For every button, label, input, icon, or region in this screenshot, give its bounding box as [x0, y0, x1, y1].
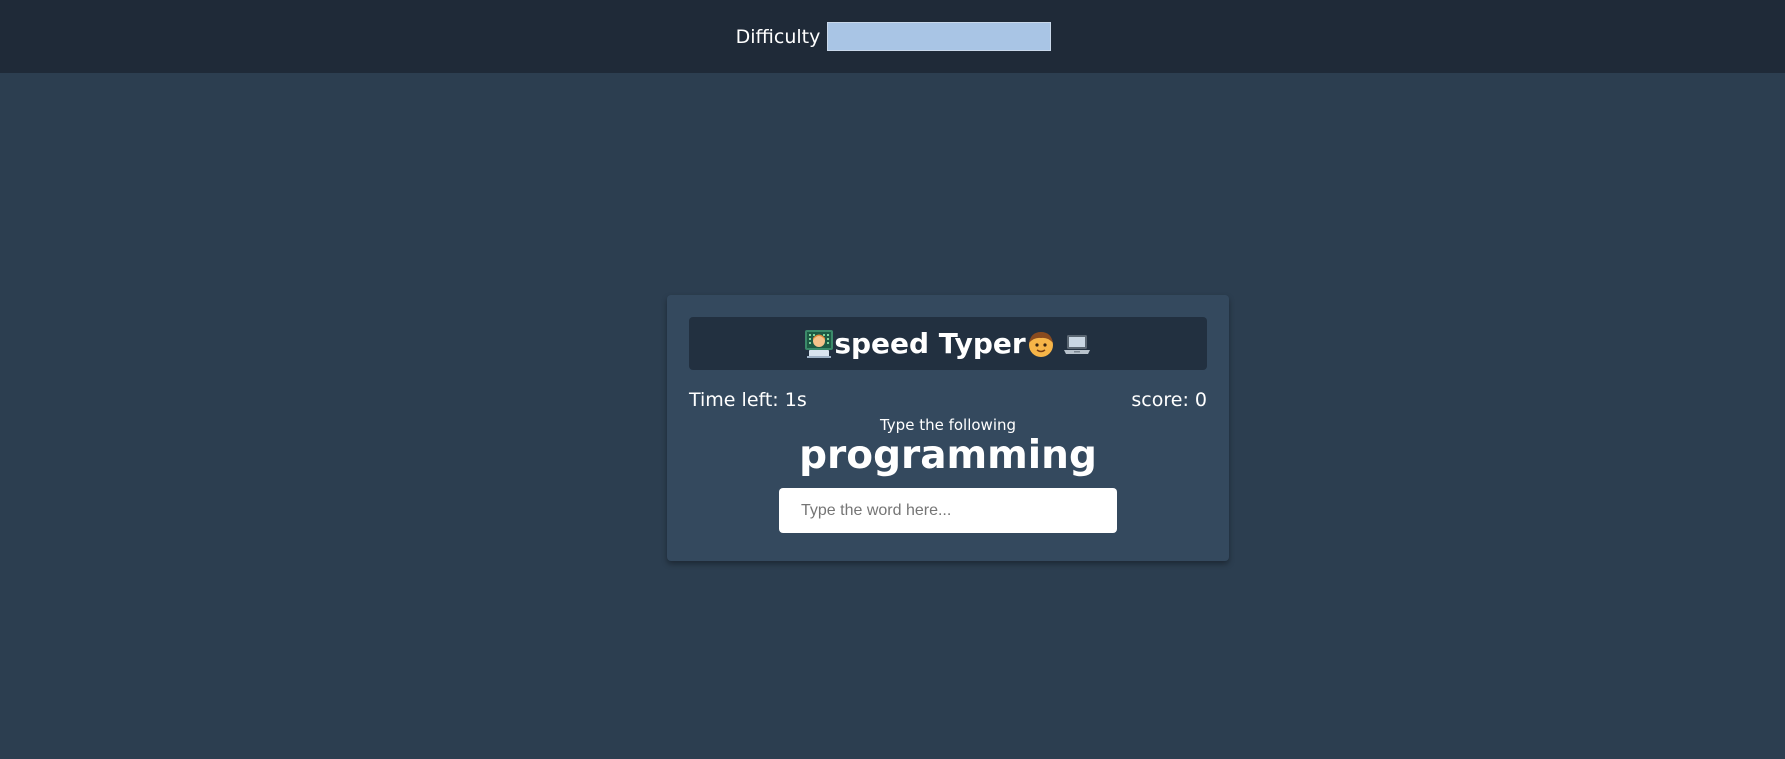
game-title: speed Typer	[804, 327, 1091, 360]
title-text: speed Typer	[834, 327, 1026, 360]
laptop-icon	[1063, 334, 1090, 354]
word-input[interactable]	[779, 488, 1117, 533]
top-bar: Difficulty	[0, 0, 1785, 73]
technologist-icon	[805, 329, 834, 358]
game-card: speed Typer Time left: 1s score: 0 Type …	[667, 295, 1229, 561]
difficulty-select[interactable]	[827, 22, 1052, 51]
score: score: 0	[1131, 389, 1207, 411]
boy-face-icon	[1028, 331, 1053, 357]
difficulty-label: Difficulty	[735, 25, 821, 48]
time-left: Time left: 1s	[689, 389, 807, 411]
difficulty-control: Difficulty	[736, 22, 1052, 51]
target-word: programming	[799, 433, 1097, 478]
title-box: speed Typer	[689, 317, 1207, 370]
instruction-text: Type the following	[879, 416, 1017, 434]
stats-row: Time left: 1s score: 0	[689, 389, 1207, 411]
